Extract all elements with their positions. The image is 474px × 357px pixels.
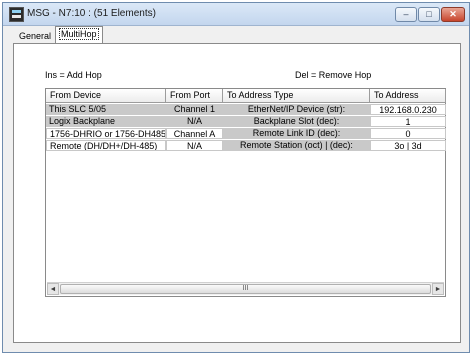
table-cell-from-device[interactable]: 1756-DHRIO or 1756-DH485 xyxy=(46,128,166,139)
close-icon: ✕ xyxy=(449,9,457,19)
window-title: MSG - N7:10 : (51 Elements) xyxy=(27,8,156,19)
table-cell-from-port[interactable]: N/A xyxy=(166,116,223,127)
table-cell-from-port[interactable]: Channel A xyxy=(166,128,223,139)
minimize-button[interactable]: – xyxy=(395,7,417,22)
horizontal-scrollbar[interactable]: ◄ III ► xyxy=(47,282,444,295)
remove-hop-hint: Del = Remove Hop xyxy=(295,70,372,80)
table-cell-to-address[interactable]: 1 xyxy=(370,116,446,127)
table-cell-to-address[interactable]: 0 xyxy=(370,128,446,139)
table-cell-to-address[interactable]: 3o | 3d xyxy=(370,140,446,151)
column-header-to-address[interactable]: To Address xyxy=(370,89,446,103)
close-button[interactable]: ✕ xyxy=(441,7,465,22)
scrollbar-grip: III xyxy=(242,285,249,292)
title-bar[interactable]: MSG - N7:10 : (51 Elements) – □ ✕ xyxy=(3,3,469,26)
table-cell-to-address-type[interactable]: Backplane Slot (dec): xyxy=(223,116,370,127)
hop-table[interactable]: From Device From Port To Address Type To… xyxy=(45,88,446,297)
table-cell-from-device[interactable]: This SLC 5/05 xyxy=(46,104,166,115)
table-cell-from-port[interactable]: N/A xyxy=(166,140,223,151)
maximize-icon: □ xyxy=(426,9,432,19)
maximize-button[interactable]: □ xyxy=(418,7,440,22)
table-cell-to-address-type[interactable]: Remote Station (oct) | (dec): xyxy=(223,140,370,151)
table-cell-to-address[interactable]: 192.168.0.230 xyxy=(370,104,446,115)
scrollbar-thumb[interactable]: III xyxy=(60,284,431,294)
table-cell-from-device[interactable]: Remote (DH/DH+/DH-485) xyxy=(46,140,166,151)
column-header-from-port[interactable]: From Port xyxy=(166,89,223,103)
table-cell-from-device[interactable]: Logix Backplane xyxy=(46,116,166,127)
table-cell-to-address-type[interactable]: EtherNet/IP Device (str): xyxy=(223,104,370,115)
tab-general[interactable]: General xyxy=(16,29,56,43)
add-hop-hint: Ins = Add Hop xyxy=(45,70,102,80)
scroll-right-arrow-icon[interactable]: ► xyxy=(432,283,444,295)
app-icon xyxy=(9,7,24,22)
column-header-from-device[interactable]: From Device xyxy=(46,89,166,103)
table-cell-to-address-type[interactable]: Remote Link ID (dec): xyxy=(223,128,370,139)
column-header-to-address-type[interactable]: To Address Type xyxy=(223,89,370,103)
tab-multihop-label: MultiHop xyxy=(59,28,99,40)
table-cell-from-port[interactable]: Channel 1 xyxy=(166,104,223,115)
tab-multihop[interactable]: MultiHop xyxy=(55,26,103,43)
minimize-icon: – xyxy=(403,9,409,19)
scroll-left-arrow-icon[interactable]: ◄ xyxy=(47,283,59,295)
